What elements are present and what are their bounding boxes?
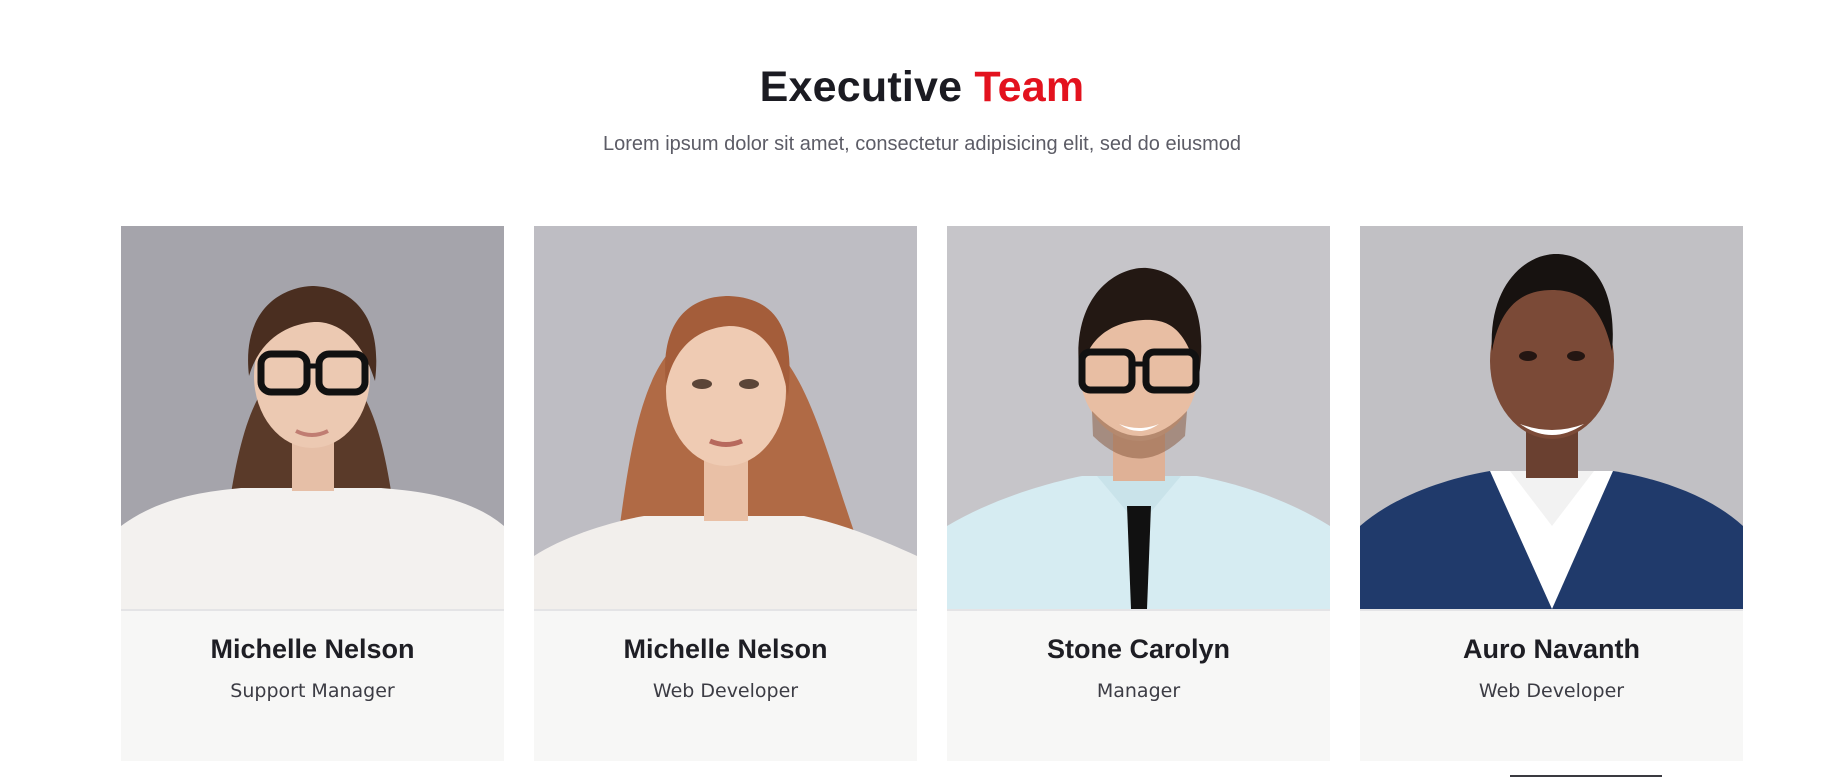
section-title-accent: Team [974, 63, 1085, 111]
member-photo [1360, 226, 1743, 611]
section-title-main: Executive [759, 63, 963, 111]
section-title: Executive Team [0, 58, 1844, 116]
member-name: Michelle Nelson [210, 634, 415, 664]
member-photo [121, 226, 504, 611]
team-card: Auro Navanth Web Developer [1360, 226, 1743, 761]
member-photo [534, 226, 917, 611]
member-name: Stone Carolyn [1046, 634, 1231, 664]
card-body: Auro Navanth Web Developer [1360, 611, 1743, 703]
card-body: Michelle Nelson Web Developer [534, 611, 917, 703]
section-subtitle: Lorem ipsum dolor sit amet, consectetur … [602, 133, 1242, 155]
card-body: Stone Carolyn Manager [947, 611, 1330, 703]
member-name: Michelle Nelson [623, 634, 828, 664]
section-header: Executive Team Lorem ipsum dolor sit ame… [0, 58, 1844, 158]
member-name: Auro Navanth [1462, 634, 1641, 664]
team-card: Stone Carolyn Manager [947, 226, 1330, 761]
member-role: Web Developer [652, 680, 799, 702]
member-role: Support Manager [230, 680, 395, 702]
member-role: Manager [1096, 680, 1181, 702]
team-card: Michelle Nelson Support Manager [121, 226, 504, 761]
member-photo [947, 226, 1330, 611]
team-grid: Michelle Nelson Support Manager Michelle… [121, 226, 1743, 761]
member-role: Web Developer [1478, 680, 1625, 702]
card-body: Michelle Nelson Support Manager [121, 611, 504, 703]
team-card: Michelle Nelson Web Developer [534, 226, 917, 761]
